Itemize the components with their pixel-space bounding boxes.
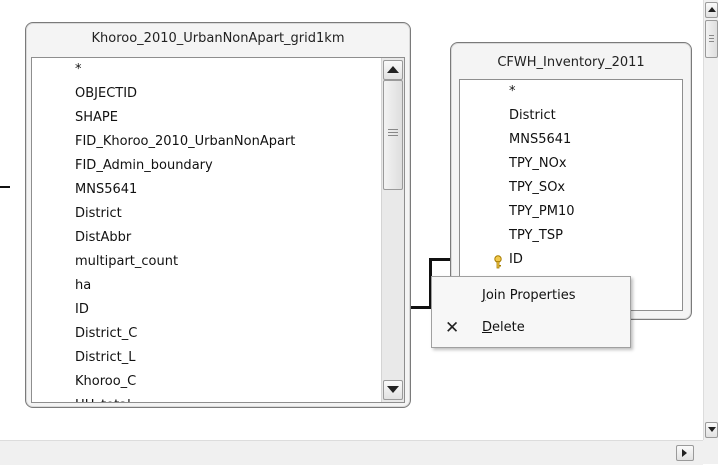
field-item[interactable]: ID [75, 298, 404, 322]
field-item[interactable]: FID_Admin_boundary [75, 154, 404, 178]
arrow-up-icon [707, 7, 716, 12]
field-name: multipart_count [75, 254, 179, 269]
field-item[interactable]: TPY_PM10 [509, 200, 682, 224]
field-name: * [75, 62, 82, 77]
field-item[interactable]: * [509, 80, 682, 104]
field-item[interactable]: District_L [75, 346, 404, 370]
context-menu: Join Properties ✕ Delete [431, 276, 631, 348]
menu-label-rest: oin Properties [485, 288, 576, 303]
scroll-up-button[interactable] [705, 2, 718, 18]
grip-line [388, 135, 398, 136]
arrow-up-icon [387, 66, 399, 73]
field-item[interactable]: ID [494, 248, 682, 272]
field-name: District [509, 108, 556, 123]
arrow-right-icon [682, 449, 687, 457]
field-name: ID [75, 302, 89, 317]
scroll-right-button[interactable] [676, 445, 694, 461]
field-name: District_L [75, 350, 136, 365]
menu-accelerator: D [482, 320, 493, 335]
scroll-down-button[interactable] [705, 422, 718, 438]
field-item[interactable]: SHAPE [75, 106, 404, 130]
field-name: FID_Admin_boundary [75, 158, 213, 173]
arrow-down-icon [707, 427, 716, 432]
field-name: MNS5641 [509, 132, 572, 147]
primary-key-icon [493, 254, 503, 269]
field-name: Khoroo_C [75, 374, 137, 389]
field-name: TPY_PM10 [509, 204, 575, 219]
grip-line [709, 35, 714, 36]
scroll-up-button[interactable] [383, 60, 403, 80]
scrollbar-corner [703, 440, 718, 464]
table-title[interactable]: Khoroo_2010_UrbanNonApart_grid1km [26, 31, 410, 46]
scroll-thumb[interactable] [705, 20, 718, 58]
field-name: TPY_TSP [509, 228, 563, 243]
table-title[interactable]: CFWH_Inventory_2011 [451, 55, 691, 70]
field-name: SHAPE [75, 110, 118, 125]
relationship-canvas[interactable]: Khoroo_2010_UrbanNonApart_grid1km * OBJEC… [0, 0, 703, 440]
menu-item-label: Join Properties [482, 281, 575, 311]
field-item[interactable]: FID_Khoroo_2010_UrbanNonApart [75, 130, 404, 154]
menu-item-delete[interactable]: ✕ Delete [432, 313, 630, 343]
field-name: District [75, 206, 122, 221]
field-list-scrollbar[interactable] [381, 58, 404, 402]
field-item[interactable]: HH_total [75, 394, 404, 402]
canvas-horizontal-scrollbar[interactable] [0, 440, 703, 465]
arrow-down-icon [387, 386, 399, 393]
field-item[interactable]: District_C [75, 322, 404, 346]
menu-item-label: Delete [482, 313, 525, 343]
field-item[interactable]: MNS5641 [509, 128, 682, 152]
grip-line [388, 129, 398, 130]
field-item[interactable]: multipart_count [75, 250, 404, 274]
scroll-thumb[interactable] [383, 80, 403, 190]
field-name: MNS5641 [75, 182, 138, 197]
field-name: HH_total [75, 398, 131, 402]
menu-label-rest: elete [492, 320, 525, 335]
canvas-vertical-scrollbar[interactable] [703, 0, 718, 440]
field-item[interactable]: TPY_TSP [509, 224, 682, 248]
menu-item-join-properties[interactable]: Join Properties [432, 281, 630, 311]
field-item[interactable]: * [75, 58, 404, 82]
scroll-down-button[interactable] [383, 380, 403, 400]
field-item[interactable]: District [509, 104, 682, 128]
relationship-line-stub[interactable] [0, 186, 10, 188]
field-name: DistAbbr [75, 230, 132, 245]
field-name: OBJECTID [75, 86, 138, 101]
grip-line [709, 38, 714, 39]
field-item[interactable]: OBJECTID [75, 82, 404, 106]
close-icon: ✕ [445, 318, 460, 338]
field-item[interactable]: MNS5641 [75, 178, 404, 202]
field-item[interactable]: TPY_NOx [509, 152, 682, 176]
field-name: * [509, 84, 516, 99]
field-name: TPY_SOx [509, 180, 566, 195]
field-item[interactable]: DistAbbr [75, 226, 404, 250]
field-name: TPY_NOx [509, 156, 567, 171]
table-khoroo[interactable]: Khoroo_2010_UrbanNonApart_grid1km * OBJEC… [25, 22, 411, 408]
grip-line [388, 132, 398, 133]
field-name: ha [75, 278, 92, 293]
field-item[interactable]: TPY_SOx [509, 176, 682, 200]
field-name: District_C [75, 326, 138, 341]
field-name: FID_Khoroo_2010_UrbanNonApart [75, 134, 296, 149]
field-item[interactable]: ha [75, 274, 404, 298]
field-name: ID [509, 252, 523, 267]
field-list[interactable]: * OBJECTID SHAPE FID_Khoroo_2010_UrbanNonAp… [31, 57, 405, 403]
field-item[interactable]: Khoroo_C [75, 370, 404, 394]
field-item[interactable]: District [75, 202, 404, 226]
grip-line [709, 41, 714, 42]
